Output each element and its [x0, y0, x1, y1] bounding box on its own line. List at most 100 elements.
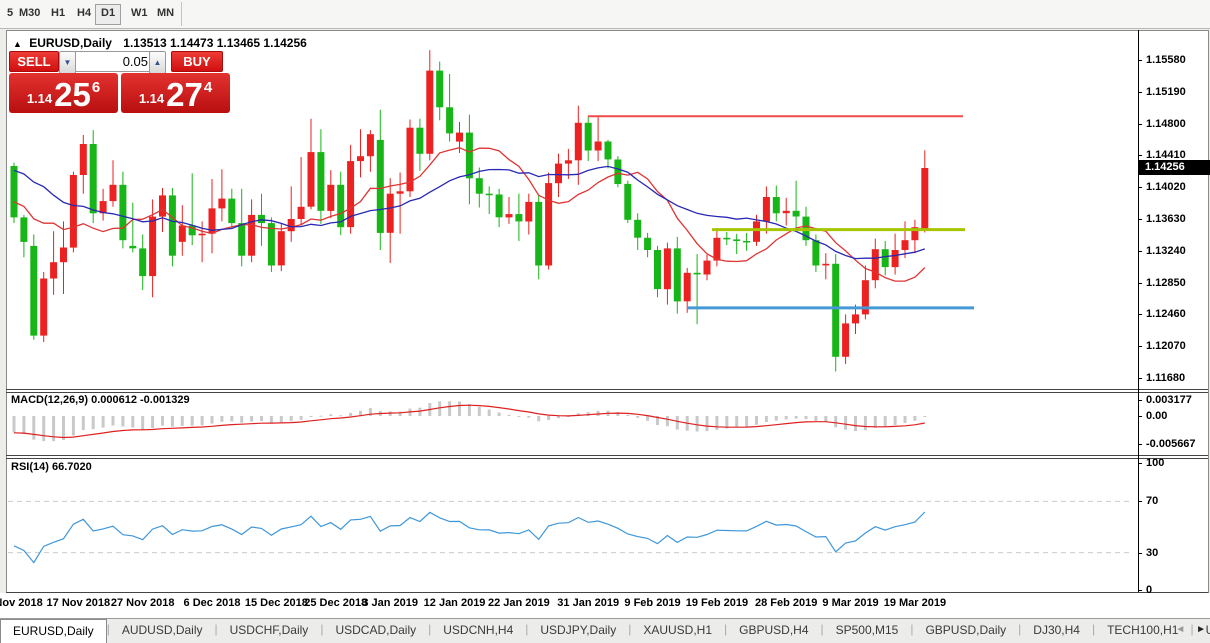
macd-histogram-bar [290, 416, 293, 421]
macd-histogram-bar [220, 416, 223, 422]
candle-body [842, 323, 849, 356]
volume-input[interactable] [75, 51, 155, 72]
macd-histogram-bar [715, 416, 718, 430]
candle-body [763, 197, 770, 222]
sell-button[interactable]: SELL [9, 51, 59, 72]
macd-histogram-bar [488, 409, 491, 416]
pane-splitter [6, 392, 1208, 393]
chart-tab-gbpusd-daily[interactable]: GBPUSD,Daily [913, 619, 1018, 643]
macd-histogram-bar [785, 416, 788, 419]
macd-histogram-bar [478, 407, 481, 416]
candle-body [595, 142, 602, 151]
macd-histogram-bar [22, 416, 25, 434]
timeframe-button-w1[interactable]: W1 [126, 4, 153, 23]
rsi-axis-tick [1138, 590, 1142, 591]
timeframe-button-mn[interactable]: MN [152, 4, 179, 23]
candle-body [614, 160, 621, 185]
volume-decrease-button[interactable]: ▼ [59, 51, 76, 74]
volume-increase-button[interactable]: ▲ [149, 51, 166, 74]
date-axis-label: 9 Feb 2019 [624, 597, 680, 609]
pane-splitter[interactable] [6, 389, 1208, 390]
trading-app-window: 5M30H1H4D1W1MN ▲ EURUSD,Daily 1.13513 1.… [0, 0, 1210, 643]
buy-price-small: 1.14 [139, 91, 164, 106]
macd-histogram-bar [557, 416, 560, 418]
buy-button[interactable]: BUY [171, 51, 223, 72]
candle-body [30, 246, 37, 336]
candle-body [496, 195, 503, 218]
macd-histogram-bar [131, 416, 134, 428]
candle-body [812, 240, 819, 265]
date-axis-label: 28 Feb 2019 [755, 597, 817, 609]
candle-body [773, 197, 780, 213]
rsi-axis-label: 100 [1146, 457, 1164, 470]
rsi-label: RSI(14) 66.7020 [11, 461, 92, 473]
candle-body [268, 223, 275, 265]
timeframe-button-m30[interactable]: M30 [14, 4, 45, 23]
date-axis-label: 19 Mar 2019 [884, 597, 946, 609]
chart-tab-usdcnh-h4[interactable]: USDCNH,H4 [431, 619, 525, 643]
rsi-indicator-pane[interactable] [0, 459, 1138, 592]
timeframe-button-h1[interactable]: H1 [46, 4, 70, 23]
macd-histogram-bar [844, 416, 847, 430]
macd-axis-label: 0.003177 [1146, 394, 1192, 407]
chart-tab-gbpusd-h4[interactable]: GBPUSD,H4 [727, 619, 820, 643]
chart-tab-xauusd-h1[interactable]: XAUUSD,H1 [631, 619, 724, 643]
price-axis-label: 1.13240 [1146, 245, 1186, 258]
tab-scroll-left-icon[interactable]: ◄ [1175, 624, 1185, 635]
candle-body [624, 184, 631, 220]
chart-tab-eurusd-daily[interactable]: EURUSD,Daily [0, 619, 107, 643]
candle-body [872, 249, 879, 280]
date-axis-label: 19 Feb 2019 [686, 597, 748, 609]
macd-histogram-bar [151, 416, 154, 428]
tab-scroll-right-icon[interactable]: ► [1196, 624, 1206, 635]
sell-price-small: 1.14 [27, 91, 52, 106]
candle-body [218, 199, 225, 209]
price-axis-tick [1138, 60, 1142, 61]
price-axis-label: 1.14800 [1146, 118, 1186, 131]
sell-price-sup: 6 [92, 79, 100, 96]
price-axis-label: 1.13630 [1146, 213, 1186, 226]
macd-histogram-bar [468, 404, 471, 416]
candle-body [377, 140, 384, 233]
candle-body [179, 226, 186, 242]
price-axis-label: 1.15580 [1146, 54, 1186, 67]
chart-tab-usdjpy-daily[interactable]: USDJPY,Daily [528, 619, 628, 643]
timeframe-button-h4[interactable]: H4 [72, 4, 96, 23]
collapse-icon[interactable]: ▲ [13, 39, 22, 49]
macd-label: MACD(12,26,9) 0.000612 -0.001329 [11, 394, 190, 406]
pane-splitter[interactable] [6, 455, 1208, 456]
sell-price-tile[interactable]: 1.14 25 6 [9, 73, 118, 113]
macd-histogram-bar [240, 416, 243, 423]
candle-body [684, 273, 691, 302]
buy-price-tile[interactable]: 1.14 27 4 [121, 73, 230, 113]
ohlc-values: 1.13513 1.14473 1.13465 1.14256 [123, 36, 307, 50]
macd-histogram-bar [121, 416, 124, 427]
rsi-axis-tick [1138, 553, 1142, 554]
candle-body [733, 239, 740, 241]
macd-histogram-bar [448, 401, 451, 416]
rsi-axis-tick [1138, 501, 1142, 502]
timeframe-button-d1[interactable]: D1 [95, 4, 121, 25]
candle-body [585, 123, 592, 151]
chart-tab-audusd-daily[interactable]: AUDUSD,Daily [110, 619, 215, 643]
macd-histogram-bar [191, 416, 194, 426]
candle-body [258, 215, 265, 223]
timeframe-toolbar: 5M30H1H4D1W1MN [0, 0, 1210, 29]
current-price-tag: 1.14256 [1139, 160, 1210, 175]
chart-tab-usdcad-daily[interactable]: USDCAD,Daily [323, 619, 428, 643]
candle-body [832, 264, 839, 357]
chart-tab-sp500-m15[interactable]: SP500,M15 [824, 619, 911, 643]
date-axis-label: 25 Dec 2018 [304, 597, 367, 609]
macd-histogram-bar [141, 416, 144, 430]
candle-body [515, 214, 522, 221]
candle-body [11, 166, 18, 217]
candle-body [327, 185, 334, 211]
chart-tab-usdchf-daily[interactable]: USDCHF,Daily [218, 619, 321, 643]
candle-body [545, 183, 552, 265]
candle-body [555, 164, 562, 184]
candle-body [882, 249, 889, 267]
chart-tab-dj30-h4[interactable]: DJ30,H4 [1021, 619, 1092, 643]
candle-body [90, 144, 97, 213]
price-axis-label: 1.14020 [1146, 181, 1186, 194]
macd-histogram-bar [92, 416, 95, 429]
